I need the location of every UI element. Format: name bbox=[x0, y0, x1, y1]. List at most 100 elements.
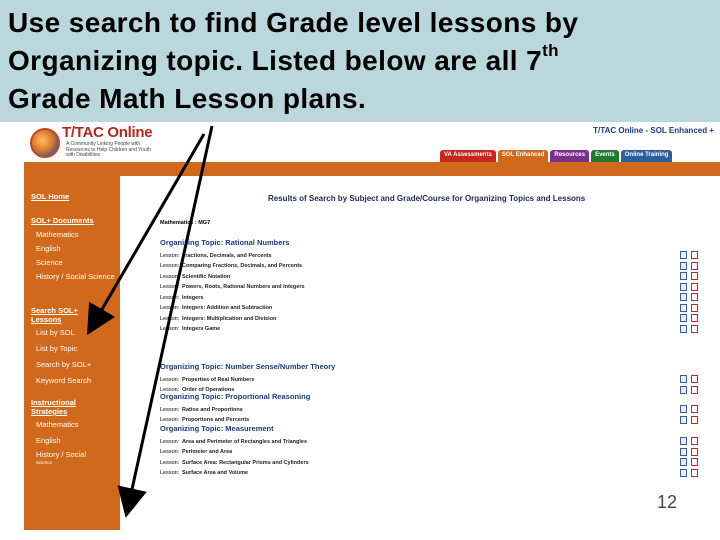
nav-tab-online-training[interactable]: Online Training bbox=[620, 150, 673, 162]
lesson-icons bbox=[680, 375, 698, 383]
slide-number: 12 bbox=[657, 492, 678, 512]
document-icon[interactable] bbox=[680, 303, 687, 312]
sidebar: SOL Home SOL+ Documents Mathematics Engl… bbox=[24, 176, 120, 530]
pdf-icon[interactable] bbox=[691, 458, 698, 466]
lesson-link[interactable]: Integers: Multiplication and Division bbox=[182, 316, 276, 322]
lesson-icons bbox=[680, 415, 698, 424]
title-band: Use search to find Grade level lessons b… bbox=[0, 0, 720, 122]
lesson-link[interactable]: Proportions and Percents bbox=[182, 417, 249, 423]
sidebar-strategy-english[interactable]: English bbox=[36, 436, 61, 445]
nav-tab-sol-enhanced[interactable]: SOL Enhanced bbox=[497, 150, 549, 162]
lesson-icons bbox=[680, 272, 698, 280]
document-icon[interactable] bbox=[680, 375, 687, 383]
sidebar-search-by-sol[interactable]: Search by SOL+ bbox=[36, 360, 91, 369]
lesson-row: Lesson: Perimeter and Area bbox=[160, 447, 700, 457]
sidebar-strategy-mathematics[interactable]: Mathematics bbox=[36, 420, 79, 429]
lesson-row: Lesson: Ratios and Proportions bbox=[160, 405, 700, 414]
nav-tab-events[interactable]: Events bbox=[591, 150, 619, 162]
results-title: Results of Search by Subject and Grade/C… bbox=[268, 194, 586, 203]
lesson-icons bbox=[680, 458, 698, 466]
sidebar-sol-home[interactable]: SOL Home bbox=[31, 192, 69, 201]
document-icon[interactable] bbox=[680, 437, 687, 445]
lesson-label: Lesson: bbox=[160, 294, 180, 301]
nav-tab-va-assessments[interactable]: VA Assessments bbox=[440, 150, 496, 162]
lesson-link[interactable]: Comparing Fractions, Decimals, and Perce… bbox=[182, 263, 302, 269]
lesson-label: Lesson: bbox=[160, 273, 180, 280]
document-icon[interactable] bbox=[680, 282, 687, 291]
pdf-icon[interactable] bbox=[691, 375, 698, 383]
document-icon[interactable] bbox=[680, 415, 687, 424]
pdf-icon[interactable] bbox=[691, 468, 698, 477]
document-icon[interactable] bbox=[680, 293, 687, 301]
pdf-icon[interactable] bbox=[691, 385, 698, 394]
pdf-icon[interactable] bbox=[691, 251, 698, 259]
lesson-link[interactable]: Integers: Addition and Subtraction bbox=[182, 305, 272, 311]
lesson-link[interactable]: Fractions, Decimals, and Percents bbox=[182, 253, 272, 259]
ttac-logo[interactable]: T/TAC Online A Community Linking People … bbox=[26, 122, 156, 162]
lesson-label: Lesson: bbox=[160, 376, 180, 383]
pdf-icon[interactable] bbox=[691, 324, 698, 333]
document-icon[interactable] bbox=[680, 405, 687, 413]
pdf-icon[interactable] bbox=[691, 405, 698, 413]
lesson-link[interactable]: Perimeter and Area bbox=[182, 449, 232, 455]
sidebar-keyword-search[interactable]: Keyword Search bbox=[36, 376, 91, 385]
title-superscript: th bbox=[542, 40, 559, 60]
document-icon[interactable] bbox=[680, 458, 687, 466]
sidebar-doc-mathematics[interactable]: Mathematics bbox=[36, 230, 79, 239]
lesson-link[interactable]: Ratios and Proportions bbox=[182, 407, 243, 413]
lesson-icons bbox=[680, 303, 698, 312]
sidebar-list-by-sol[interactable]: List by SOL bbox=[36, 328, 75, 337]
sidebar-doc-history[interactable]: History / Social Science bbox=[36, 272, 116, 281]
pdf-icon[interactable] bbox=[691, 303, 698, 312]
lesson-link[interactable]: Surface Area: Rectangular Prisms and Cyl… bbox=[182, 460, 309, 466]
document-icon[interactable] bbox=[680, 468, 687, 477]
logo-text: T/TAC Online bbox=[62, 124, 153, 141]
document-icon[interactable] bbox=[680, 261, 687, 270]
pdf-icon[interactable] bbox=[691, 282, 698, 291]
sidebar-strategy-sub: Science bbox=[36, 460, 53, 465]
lesson-label: Lesson: bbox=[160, 326, 180, 332]
lesson-icons bbox=[680, 405, 698, 413]
pdf-icon[interactable] bbox=[691, 272, 698, 280]
subject-crumb: Mathematics : MG7 bbox=[160, 220, 211, 226]
document-icon[interactable] bbox=[680, 314, 687, 322]
document-icon[interactable] bbox=[680, 272, 687, 280]
lesson-icons bbox=[680, 251, 698, 259]
lesson-row: Lesson: Integers: Addition and Subtractio… bbox=[160, 303, 700, 313]
lesson-link[interactable]: Surface Area and Volume bbox=[182, 470, 248, 476]
document-icon[interactable] bbox=[680, 324, 687, 333]
sidebar-sol-documents[interactable]: SOL+ Documents bbox=[31, 216, 94, 225]
lesson-icons bbox=[680, 261, 698, 270]
sidebar-list-by-topic[interactable]: List by Topic bbox=[36, 344, 77, 353]
document-icon[interactable] bbox=[680, 251, 687, 259]
pdf-icon[interactable] bbox=[691, 437, 698, 445]
sidebar-doc-english[interactable]: English bbox=[36, 244, 61, 253]
nav-tab-resources[interactable]: Resources bbox=[550, 150, 590, 162]
pdf-icon[interactable] bbox=[691, 447, 698, 456]
topic-heading: Organizing Topic: Measurement bbox=[160, 424, 274, 433]
site-title: T/TAC Online - SOL Enhanced + bbox=[593, 126, 714, 135]
lesson-label: Lesson: bbox=[160, 470, 180, 476]
pdf-icon[interactable] bbox=[691, 415, 698, 424]
document-icon[interactable] bbox=[680, 447, 687, 456]
sidebar-strategy-history[interactable]: History / Social bbox=[36, 450, 86, 459]
lesson-label: Lesson: bbox=[160, 406, 180, 413]
lesson-row: Lesson: Integers bbox=[160, 293, 700, 302]
lesson-link[interactable]: Integers bbox=[182, 295, 203, 301]
lesson-link[interactable]: Properties of Real Numbers bbox=[182, 377, 254, 383]
pdf-icon[interactable] bbox=[691, 293, 698, 301]
sidebar-instructional-strategies[interactable]: Instructional Strategies bbox=[31, 398, 101, 416]
lesson-link[interactable]: Scientific Notation bbox=[182, 274, 230, 280]
lesson-row: Lesson: Comparing Fractions, Decimals, an… bbox=[160, 261, 700, 271]
lesson-row: Lesson: Area and Perimeter of Rectangles … bbox=[160, 437, 700, 446]
lesson-link[interactable]: Integers Game bbox=[182, 326, 220, 332]
document-icon[interactable] bbox=[680, 385, 687, 394]
sidebar-doc-science[interactable]: Science bbox=[36, 258, 63, 267]
pdf-icon[interactable] bbox=[691, 261, 698, 270]
lesson-icons bbox=[680, 385, 698, 394]
lesson-link[interactable]: Powers, Roots, Rational Numbers and Inte… bbox=[182, 284, 305, 290]
sidebar-search-lessons[interactable]: Search SOL+ Lessons bbox=[31, 306, 101, 324]
lesson-link[interactable]: Area and Perimeter of Rectangles and Tri… bbox=[182, 439, 307, 445]
lesson-row: Lesson: Surface Area and Volume bbox=[160, 468, 700, 478]
pdf-icon[interactable] bbox=[691, 314, 698, 322]
